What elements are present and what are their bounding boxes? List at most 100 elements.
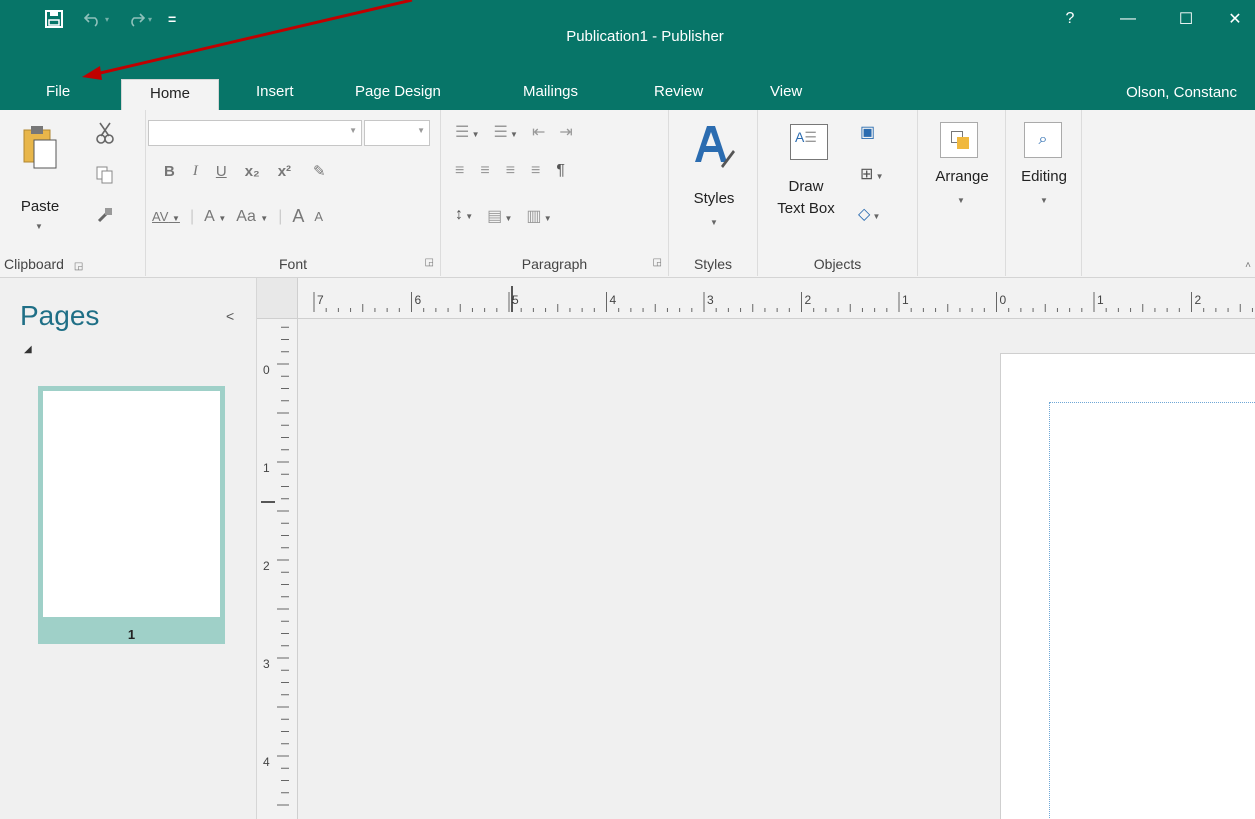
ruler-corner <box>257 278 298 319</box>
table-icon[interactable]: ⊞ ▼ <box>860 164 884 184</box>
font-color-label: A <box>204 207 214 225</box>
align-center-icon[interactable]: ≡ <box>480 162 489 180</box>
minimize-button[interactable]: — <box>1099 0 1157 38</box>
section-toggle-icon[interactable]: ◢ <box>24 344 32 355</box>
columns-icon[interactable]: ▥ ▼ <box>526 206 551 226</box>
font-size-combo[interactable]: ▼ <box>364 120 430 146</box>
search-icon: ⌕ <box>1024 122 1062 158</box>
collapse-pane-button[interactable]: < <box>226 308 234 324</box>
paste-label: Paste <box>20 198 60 215</box>
decrease-indent-icon[interactable]: ⇤ <box>532 122 545 142</box>
ruler-label: 4 <box>263 755 270 769</box>
line-spacing-icon[interactable]: ↕ ▼ <box>455 206 473 226</box>
shrink-font-button[interactable]: A <box>314 209 323 224</box>
ruler-label: 1 <box>263 461 270 475</box>
title-bar: ▾ ▾ = Publication1 - Publisher ? — ☐ ✕ <box>0 0 1255 75</box>
shading-icon[interactable]: ▤ ▼ <box>487 206 512 226</box>
customize-qat-button[interactable]: = <box>168 8 176 30</box>
close-button[interactable]: ✕ <box>1215 0 1255 38</box>
shapes-icon[interactable]: ◇ ▼ <box>858 204 880 224</box>
align-left-icon[interactable]: ≡ <box>455 162 464 180</box>
ruler-label: 2 <box>263 559 270 573</box>
separator: | <box>189 207 195 225</box>
ruler-label: 1 <box>1097 293 1104 307</box>
page-thumbnail-preview <box>43 391 220 617</box>
show-marks-button[interactable]: ¶ <box>556 162 565 180</box>
superscript-button[interactable]: x² <box>278 163 291 180</box>
font-group: ▼ ▼ B I U x₂ x² ✎ AV ▼ | A ▼ Aa ▼ | A A … <box>146 110 441 276</box>
tab-file[interactable]: File <box>46 75 70 111</box>
redo-icon[interactable]: ▾ <box>127 8 152 30</box>
underline-button[interactable]: U <box>216 163 227 180</box>
horizontal-ruler[interactable]: 7 6 5 4 3 2 1 0 1 2 <box>298 278 1255 319</box>
clipboard-launcher-icon[interactable]: ◲ <box>74 261 83 272</box>
format-painter-icon[interactable] <box>96 206 114 224</box>
change-case-button[interactable]: Aa ▼ <box>236 208 268 226</box>
ruler-label: 5 <box>512 293 519 307</box>
bold-button[interactable]: B <box>164 163 175 180</box>
ruler-label: 2 <box>1195 293 1202 307</box>
bullets-icon[interactable]: ☰ ▼ <box>455 122 479 142</box>
collapse-ribbon-icon[interactable]: ˄ <box>1245 260 1251 271</box>
user-account[interactable]: Olson, Constanc <box>1126 79 1237 107</box>
ruler-label: 1 <box>902 293 909 307</box>
tab-home[interactable]: Home <box>121 79 219 111</box>
paragraph-launcher-icon[interactable]: ◲ <box>653 257 662 268</box>
tab-mailings[interactable]: Mailings <box>523 75 578 111</box>
italic-button[interactable]: I <box>193 163 198 180</box>
save-icon[interactable] <box>44 8 64 30</box>
character-spacing-label: AV <box>152 209 169 224</box>
separator: | <box>278 207 283 225</box>
tab-view[interactable]: View <box>770 75 802 111</box>
page-thumbnail[interactable]: 1 <box>38 386 225 644</box>
styles-group: Styles ▼ Styles <box>669 110 758 276</box>
pages-title: Pages <box>20 300 100 331</box>
styles-button[interactable]: Styles ▼ <box>681 122 747 247</box>
character-spacing-button[interactable]: AV ▼ <box>152 209 180 224</box>
paste-button[interactable]: Paste ▼ <box>18 122 68 242</box>
font-name-combo[interactable]: ▼ <box>148 120 362 146</box>
help-button[interactable]: ? <box>1041 0 1099 38</box>
justify-icon[interactable]: ≡ <box>531 162 540 180</box>
arrange-dropdown-icon: ▼ <box>957 196 965 205</box>
font-group-label: Font <box>278 256 307 272</box>
tab-page-design[interactable]: Page Design <box>355 75 441 111</box>
tab-review[interactable]: Review <box>654 75 703 111</box>
font-color-button[interactable]: A ▼ <box>204 208 226 226</box>
numbering-icon[interactable]: ☰ ▼ <box>493 122 517 142</box>
workspace-canvas[interactable] <box>298 319 1255 819</box>
objects-group-label: Objects <box>813 256 862 272</box>
objects-group: A☰ Draw Text Box ▣ ⊞ ▼ ◇ ▼ Objects <box>758 110 918 276</box>
clipboard-group: Paste ▼ Clipboard ◲ <box>0 110 146 276</box>
chevron-down-icon: ▼ <box>417 126 425 135</box>
clear-formatting-icon[interactable]: ✎ <box>313 162 326 180</box>
ribbon-tabs: File Home Insert Page Design Mailings Re… <box>0 75 1255 111</box>
arrange-button[interactable]: Arrange ▼ <box>924 122 1000 247</box>
vertical-ruler[interactable]: 0 1 2 3 4 <box>257 319 298 819</box>
ruler-label: 7 <box>317 293 324 307</box>
change-case-label: Aa <box>236 207 256 225</box>
draw-text-box-line2: Text Box <box>777 200 835 217</box>
ruler-label: 3 <box>263 657 270 671</box>
quick-access-toolbar: ▾ ▾ = <box>44 8 176 30</box>
editing-button[interactable]: ⌕ Editing ▼ <box>1012 122 1076 247</box>
tab-insert[interactable]: Insert <box>256 75 294 111</box>
grow-font-button[interactable]: A <box>292 206 304 227</box>
ruler-label: 0 <box>1000 293 1007 307</box>
maximize-button[interactable]: ☐ <box>1157 0 1215 38</box>
styles-dropdown-icon: ▼ <box>710 218 718 227</box>
ruler-label: 0 <box>263 363 270 377</box>
window-controls: ? — ☐ ✕ <box>1041 0 1255 38</box>
subscript-button[interactable]: x₂ <box>245 163 260 180</box>
draw-text-box-button[interactable]: A☰ Draw Text Box <box>770 124 852 244</box>
font-launcher-icon[interactable]: ◲ <box>425 257 434 268</box>
paste-dropdown-icon: ▼ <box>35 222 43 231</box>
align-right-icon[interactable]: ≡ <box>506 162 515 180</box>
arrange-icon <box>940 122 978 158</box>
undo-icon[interactable]: ▾ <box>84 8 109 30</box>
picture-icon[interactable]: ▣ <box>860 122 875 142</box>
increase-indent-icon[interactable]: ⇥ <box>559 122 572 142</box>
publication-page[interactable] <box>1000 353 1255 819</box>
cut-icon[interactable] <box>96 122 114 144</box>
copy-icon[interactable] <box>96 166 114 184</box>
